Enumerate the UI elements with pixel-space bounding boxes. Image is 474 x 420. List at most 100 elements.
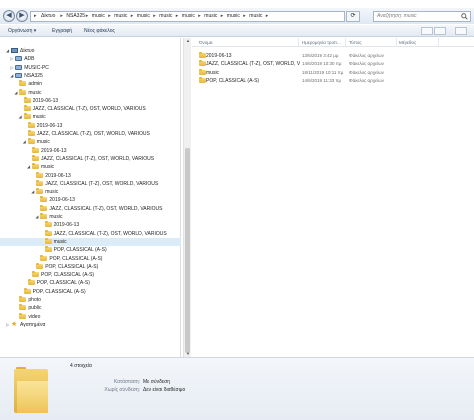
refresh-button[interactable]: ⟳ bbox=[346, 11, 360, 22]
file-list: Όνομα Ημερομηνία τροπ... Τύπος Μέγεθος 2… bbox=[192, 38, 474, 357]
breadcrumb-item[interactable]: Δίκτυο bbox=[41, 12, 55, 21]
file-row[interactable]: POP, CLASSICAL (A-S) 14/6/2019 11:33 πμ Φά… bbox=[192, 77, 474, 85]
breadcrumb-item[interactable]: music bbox=[92, 12, 105, 21]
column-date[interactable]: Ημερομηνία τροπ... bbox=[302, 38, 346, 47]
file-name: music bbox=[206, 69, 220, 76]
breadcrumb-separator-icon[interactable]: ▸ bbox=[221, 12, 224, 21]
nav-tree-item[interactable]: JAZZ, CLASSICAL (T-Z), OST, WORLD, VARIO… bbox=[23, 130, 181, 138]
nav-tree-item[interactable]: 2019-06-13 bbox=[23, 121, 181, 130]
folder-icon bbox=[36, 188, 44, 195]
change-view-button[interactable] bbox=[421, 27, 433, 35]
breadcrumb-item[interactable]: music bbox=[137, 12, 150, 21]
nav-tree-item[interactable]: POP, CLASSICAL (A-S) bbox=[19, 287, 181, 296]
folder-icon bbox=[23, 105, 31, 112]
address-bar: ◀ ▶ ▸ Δίκτυο ▸ NSA325 ▸ music ▸ music ▸ music ▸ mus… bbox=[0, 8, 474, 24]
file-date: 18/11/2019 10:11 πμ bbox=[302, 69, 344, 75]
folder-icon bbox=[44, 246, 52, 253]
breadcrumb-item[interactable]: music bbox=[182, 12, 195, 21]
breadcrumb-separator-icon[interactable]: ▸ bbox=[243, 12, 246, 21]
file-row[interactable]: JAZZ, CLASSICAL (T-Z), OST, WORLD, VA...… bbox=[192, 60, 474, 68]
nav-tree-label: POP, CLASSICAL (A-S) bbox=[49, 255, 103, 262]
nav-tree-item[interactable]: ▷ ADB bbox=[10, 55, 181, 63]
nav-tree-label: JAZZ, CLASSICAL (T-Z), OST, WORLD, VARIO… bbox=[41, 155, 155, 162]
breadcrumb[interactable]: ▸ Δίκτυο ▸ NSA325 ▸ music ▸ music ▸ music ▸ music ▸ m… bbox=[30, 11, 345, 22]
search-input[interactable]: Αναζήτηση: music bbox=[373, 11, 471, 22]
nav-tree-item[interactable]: music bbox=[0, 237, 181, 246]
breadcrumb-separator-icon[interactable]: ▸ bbox=[86, 12, 89, 21]
scroll-up-icon[interactable]: ▲ bbox=[184, 38, 192, 44]
file-row[interactable]: 2019-06-13 13/6/2019 3:42 μμ Φάκελος αρχεί… bbox=[192, 52, 474, 60]
nav-tree-item[interactable]: POP, CLASSICAL (A-S) bbox=[27, 271, 181, 279]
breadcrumb-separator-icon[interactable]: ▸ bbox=[108, 12, 111, 21]
nav-tree-item[interactable]: POP, CLASSICAL (A-S) bbox=[40, 246, 181, 254]
file-row[interactable]: music 18/11/2019 10:11 πμ Φάκελος αρχείων bbox=[192, 68, 474, 77]
breadcrumb-item[interactable]: music bbox=[249, 12, 262, 21]
nav-tree-item[interactable]: POP, CLASSICAL (A-S) bbox=[35, 254, 181, 263]
nav-tree-item[interactable]: 2019-06-13 bbox=[19, 96, 181, 105]
navigation-scrollbar[interactable]: ▲ ▼ bbox=[183, 38, 191, 357]
nav-tree-item[interactable]: POP, CLASSICAL (A-S) bbox=[31, 262, 181, 271]
nav-tree-label: music bbox=[41, 164, 55, 171]
preview-pane-button[interactable] bbox=[434, 27, 446, 35]
breadcrumb-separator-icon[interactable]: ▸ bbox=[153, 12, 156, 21]
nav-tree-item[interactable]: JAZZ, CLASSICAL (T-Z), OST, WORLD, VARIO… bbox=[31, 179, 181, 188]
collapse-icon[interactable]: ◢ bbox=[19, 113, 24, 121]
folder-icon bbox=[19, 80, 27, 87]
nav-tree-item[interactable]: 2019-06-13 bbox=[35, 196, 181, 204]
nav-tree-item[interactable]: video bbox=[14, 312, 181, 321]
breadcrumb-separator-icon[interactable]: ▸ bbox=[60, 12, 63, 21]
nav-tree-item[interactable]: 2019-06-13 bbox=[40, 221, 181, 229]
nav-tree-item[interactable]: JAZZ, CLASSICAL (T-Z), OST, WORLD, VARIO… bbox=[35, 204, 181, 213]
nav-tree-item[interactable]: ◢ Δίκτυο bbox=[6, 47, 181, 55]
new-folder-button[interactable]: Νέος φάκελος bbox=[84, 25, 115, 37]
column-size[interactable]: Μέγεθος bbox=[399, 38, 439, 47]
breadcrumb-separator-icon[interactable]: ▸ bbox=[131, 12, 134, 21]
nav-tree-item[interactable]: photo bbox=[14, 296, 181, 304]
folder-icon bbox=[32, 163, 39, 170]
network-crumb-icon[interactable]: ▸ bbox=[34, 12, 37, 21]
nav-tree-item[interactable]: 2019-06-13 bbox=[31, 171, 181, 180]
nav-tree-item[interactable]: JAZZ, CLASSICAL (T-Z), OST, WORLD, VARIO… bbox=[40, 229, 181, 238]
nav-tree-item[interactable]: ◢ music bbox=[19, 113, 181, 121]
breadcrumb-item[interactable]: music bbox=[159, 12, 172, 21]
folder-icon bbox=[19, 296, 27, 302]
nav-tree-item[interactable]: ◢ music bbox=[23, 138, 181, 146]
nav-tree-item[interactable]: POP, CLASSICAL (A-S) bbox=[23, 279, 181, 287]
nav-tree-item[interactable]: admin bbox=[14, 80, 181, 88]
nav-tree-item[interactable]: ◢ music bbox=[35, 213, 181, 221]
nav-tree-item[interactable]: public bbox=[14, 304, 181, 312]
nav-tree-item[interactable]: ▷ ★ Αγαπημένα bbox=[6, 321, 181, 329]
forward-button[interactable]: ▶ bbox=[16, 10, 28, 22]
breadcrumb-item[interactable]: music bbox=[114, 12, 127, 21]
search-icon bbox=[461, 13, 468, 20]
folder-icon bbox=[40, 196, 48, 203]
breadcrumb-separator-icon[interactable]: ▸ bbox=[198, 12, 201, 21]
nav-tree-label: JAZZ, CLASSICAL (T-Z), OST, WORLD, VARIO… bbox=[53, 230, 167, 237]
breadcrumb-item[interactable]: music bbox=[204, 12, 217, 21]
column-headers: Όνομα Ημερομηνία τροπ... Τύπος Μέγεθος bbox=[192, 38, 474, 47]
help-button[interactable] bbox=[455, 27, 467, 35]
breadcrumb-item[interactable]: music bbox=[227, 12, 240, 21]
folder-icon bbox=[19, 88, 27, 95]
nav-tree-label: music bbox=[36, 139, 50, 146]
nav-tree-item[interactable]: ▷ MUSIC-PC bbox=[10, 64, 181, 72]
back-button[interactable]: ◀ bbox=[3, 10, 15, 22]
column-type[interactable]: Τύπος bbox=[349, 38, 397, 47]
scrollbar-thumb[interactable] bbox=[185, 148, 190, 353]
nav-tree-item[interactable]: ◢ NSA325 bbox=[10, 72, 181, 80]
nav-tree-item[interactable]: JAZZ, CLASSICAL (T-Z), OST, WORLD, VARIO… bbox=[27, 154, 181, 163]
burn-button[interactable]: Εγγραφή bbox=[52, 25, 72, 37]
nav-tree-item[interactable]: 2019-06-13 bbox=[27, 146, 181, 155]
nav-tree-item[interactable]: ◢ music bbox=[14, 88, 181, 97]
nav-tree-item[interactable]: JAZZ, CLASSICAL (T-Z), OST, WORLD, VARIO… bbox=[19, 105, 181, 113]
breadcrumb-item[interactable]: NSA325 bbox=[66, 12, 85, 21]
folder-icon bbox=[27, 121, 35, 128]
computer-icon bbox=[15, 64, 23, 70]
nav-tree-item[interactable]: ◢ music bbox=[31, 188, 181, 196]
column-name[interactable]: Όνομα bbox=[199, 38, 299, 47]
breadcrumb-separator-icon[interactable]: ▸ bbox=[266, 12, 269, 21]
nav-tree-item[interactable]: ◢ music bbox=[27, 163, 181, 171]
breadcrumb-separator-icon[interactable]: ▸ bbox=[176, 12, 179, 21]
nav-tree-label: 2019-06-13 bbox=[36, 122, 63, 129]
organize-menu[interactable]: Οργάνωση ▾ bbox=[8, 25, 36, 37]
